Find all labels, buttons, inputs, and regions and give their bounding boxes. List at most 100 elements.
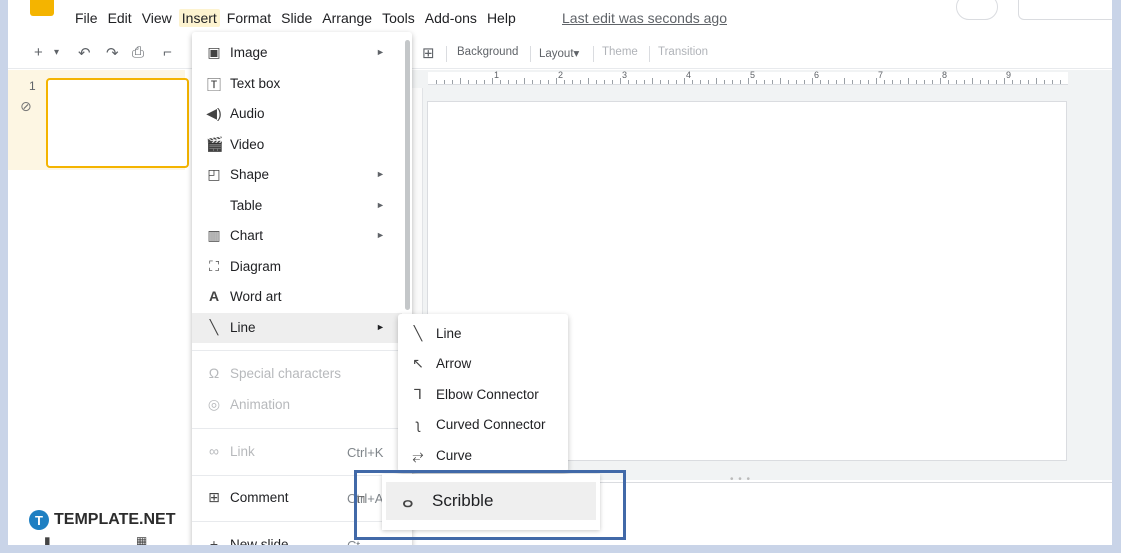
ruler-tick — [916, 80, 917, 84]
filmstrip-view-icon[interactable]: ▮ — [44, 534, 51, 545]
toolbar-divider — [530, 46, 531, 62]
ruler-tick — [996, 80, 997, 84]
menu-item-label: Word art — [230, 289, 282, 304]
insert-text-box-item[interactable]: 🅃 Text box — [192, 69, 402, 99]
ruler-label: 3 — [622, 70, 628, 80]
present-button[interactable] — [956, 0, 998, 20]
ruler-tick — [436, 80, 437, 84]
ruler-tick — [708, 80, 709, 84]
ruler-label: 6 — [814, 70, 820, 80]
new-slide-icon: + — [209, 536, 219, 545]
insert-image-item[interactable]: ▣ Image ► — [192, 38, 402, 68]
ruler-tick — [548, 80, 549, 84]
menubar: File Edit View Insert Format Slide Arran… — [8, 0, 1112, 36]
insert-word-art-item[interactable]: A Word art — [192, 282, 402, 312]
insert-special-characters-item[interactable]: Ω Special characters — [192, 359, 402, 389]
toolbar-divider — [593, 46, 594, 62]
menu-addons[interactable]: Add-ons — [422, 9, 480, 27]
ruler-tick — [684, 78, 685, 84]
ruler-label: 1 — [494, 70, 500, 80]
menu-scrollbar[interactable] — [405, 40, 410, 310]
menu-format[interactable]: Format — [224, 9, 274, 27]
menu-help[interactable]: Help — [484, 9, 519, 27]
insert-line-item[interactable]: ╲ Line ► — [192, 313, 402, 343]
comment-history-icon[interactable] — [912, 0, 940, 18]
chart-icon: ▥ — [207, 227, 221, 243]
slides-app-window: File Edit View Insert Format Slide Arran… — [8, 0, 1112, 545]
menu-view[interactable]: View — [139, 9, 175, 27]
insert-link-item[interactable]: ∞ Link Ctrl+K — [192, 437, 402, 467]
transition-button[interactable]: Transition — [658, 46, 708, 58]
ruler-tick — [508, 80, 509, 84]
theme-button[interactable]: Theme — [602, 46, 638, 58]
menu-item-label: Image — [230, 45, 268, 60]
insert-animation-item[interactable]: ◎ Animation — [192, 390, 402, 420]
menu-slide[interactable]: Slide — [278, 9, 315, 27]
submenu-item-label: Curved Connector — [436, 417, 546, 432]
print-icon[interactable]: ⎙ — [132, 44, 144, 61]
ruler-tick — [940, 78, 941, 84]
grid-view-icon[interactable]: ▦ — [136, 534, 147, 545]
menu-file[interactable]: File — [72, 9, 101, 27]
ruler-tick — [676, 80, 677, 84]
ruler-tick — [476, 80, 477, 84]
ruler-tick — [1036, 78, 1037, 84]
menu-item-label: Audio — [230, 106, 265, 121]
ruler-tick — [1044, 80, 1045, 84]
ruler-tick — [748, 78, 749, 84]
insert-audio-item[interactable]: ◀) Audio — [192, 99, 402, 129]
new-slide-plus-icon[interactable]: + — [34, 44, 43, 61]
slides-logo[interactable] — [30, 0, 54, 16]
new-slide-dropdown-icon[interactable]: ▾ — [54, 47, 59, 58]
redo-icon[interactable]: ↷ — [106, 44, 119, 62]
menu-tools[interactable]: Tools — [379, 9, 418, 27]
ruler-tick — [908, 78, 909, 84]
insert-diagram-item[interactable]: ⛶ Diagram — [192, 252, 402, 282]
horizontal-ruler[interactable]: 1 2 3 4 5 6 7 8 9 — [428, 70, 1068, 85]
slide-thumbnail[interactable] — [46, 78, 189, 168]
ruler-tick — [868, 80, 869, 84]
ruler-tick — [612, 80, 613, 84]
ruler-tick — [692, 80, 693, 84]
insert-video-item[interactable]: 🎬 Video — [192, 130, 402, 160]
word-art-icon: A — [208, 288, 220, 304]
line-option-curve[interactable]: ⥂ Curve — [398, 441, 568, 471]
line-option-curved-connector[interactable]: ʅ Curved Connector — [398, 410, 568, 440]
menu-arrange[interactable]: Arrange — [319, 9, 375, 27]
ruler-tick — [1028, 80, 1029, 84]
submenu-arrow-icon: ► — [376, 169, 385, 179]
toolbar: + ▾ ↶ ↷ ⎙ ⌐ ⊞ Background Layout▾ Theme T… — [8, 38, 1112, 69]
share-button[interactable] — [1018, 0, 1112, 20]
background-button[interactable]: Background — [457, 46, 518, 58]
ruler-tick — [652, 78, 653, 84]
paint-format-icon[interactable]: ⌐ — [163, 44, 172, 61]
insert-table-item[interactable]: Table ► — [192, 191, 402, 221]
insert-shape-item[interactable]: ◰ Shape ► — [192, 160, 402, 190]
comment-add-icon[interactable]: ⊞ — [422, 44, 435, 62]
undo-icon[interactable]: ↶ — [78, 44, 91, 62]
ruler-tick — [828, 80, 829, 84]
last-edit-link[interactable]: Last edit was seconds ago — [562, 10, 727, 26]
menu-insert[interactable]: Insert — [178, 9, 220, 27]
ruler-tick — [580, 80, 581, 84]
ruler-tick — [988, 80, 989, 84]
ruler-tick — [716, 78, 717, 84]
text-box-icon: 🅃 — [207, 77, 221, 93]
insert-chart-item[interactable]: ▥ Chart ► — [192, 221, 402, 251]
ruler-tick — [604, 80, 605, 84]
line-icon: ╲ — [209, 319, 219, 335]
line-option-line[interactable]: ╲ Line — [398, 319, 568, 349]
ruler-tick — [468, 80, 469, 84]
toolbar-divider — [649, 46, 650, 62]
submenu-arrow-icon: ► — [376, 200, 385, 210]
line-option-arrow[interactable]: ↖ Arrow — [398, 349, 568, 379]
ruler-tick — [956, 80, 957, 84]
menu-edit[interactable]: Edit — [105, 9, 135, 27]
elbow-connector-icon: ⅂ — [414, 386, 422, 402]
layout-button[interactable]: Layout▾ — [539, 46, 579, 60]
ruler-tick — [932, 80, 933, 84]
notes-resize-handle[interactable]: • • • — [730, 474, 751, 485]
line-option-elbow-connector[interactable]: ⅂ Elbow Connector — [398, 380, 568, 410]
watermark-text: TEMPLATE.NET — [54, 511, 176, 528]
ruler-tick — [572, 80, 573, 84]
